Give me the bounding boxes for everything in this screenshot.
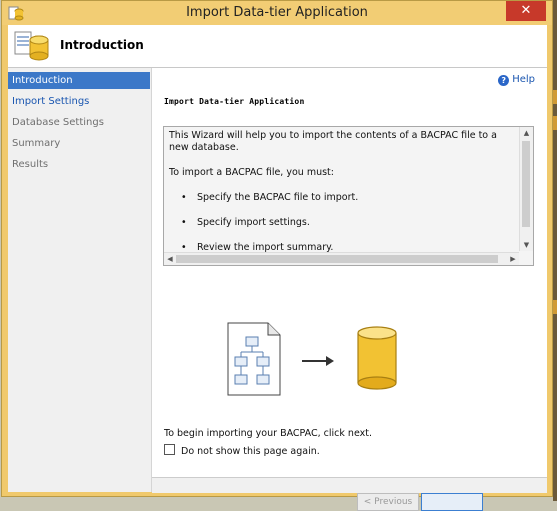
scroll-right-icon[interactable]: ▶ [507,253,519,265]
horizontal-scroll-thumb[interactable] [176,255,498,263]
wizard-client-area: Introduction Introduction Import Setting… [8,25,547,511]
step-item: Specify the BACPAC file to import. [169,192,514,204]
wizard-button-bar: < Previous [152,477,547,511]
close-icon: ✕ [520,3,532,18]
begin-instruction: To begin importing your BACPAC, click ne… [164,428,372,439]
desktop-edge [553,0,557,501]
vertical-scrollbar[interactable]: ▲ ▼ [519,127,533,251]
next-button[interactable] [421,493,483,511]
sidebar-item-introduction[interactable]: Introduction [8,72,150,89]
scroll-down-icon[interactable]: ▼ [520,239,533,251]
help-icon: ? [498,75,510,86]
database-icon [357,326,397,390]
previous-button[interactable]: < Previous [357,493,419,511]
wizard-header: Introduction [8,25,547,68]
dont-show-again-label: Do not show this page again. [181,446,320,457]
import-wizard-window: Import Data-tier Application ✕ Introduct… [1,0,553,511]
sidebar-item-import-settings[interactable]: Import Settings [8,93,150,110]
arrow-right-icon [302,356,334,366]
import-illustration [227,322,397,396]
section-title: Import Data-tier Application [164,97,305,106]
vertical-scroll-thumb[interactable] [522,141,530,227]
description-content: This Wizard will help you to import the … [169,130,514,254]
wizard-sidebar: Introduction Import Settings Database Se… [8,68,152,492]
scroll-up-icon[interactable]: ▲ [520,127,533,139]
help-link[interactable]: ? Help [498,74,535,86]
description-textbox[interactable]: This Wizard will help you to import the … [163,126,534,266]
close-button[interactable]: ✕ [506,1,546,21]
step-item: Specify import settings. [169,217,514,229]
sidebar-item-database-settings[interactable]: Database Settings [8,114,150,131]
window-title: Import Data-tier Application [186,5,368,20]
help-label: Help [512,74,535,85]
scroll-left-icon[interactable]: ◀ [164,253,176,265]
sidebar-item-results[interactable]: Results [8,156,150,173]
dont-show-again-checkbox[interactable] [164,444,175,455]
title-bar[interactable]: Import Data-tier Application ✕ [2,1,552,25]
wizard-main-panel: ? Help Import Data-tier Application This … [152,68,547,511]
dont-show-again-option[interactable]: Do not show this page again. [164,444,320,457]
steps-heading: To import a BACPAC file, you must: [169,167,334,178]
wizard-database-icon [14,31,49,61]
page-title: Introduction [60,38,144,52]
bacpac-file-icon [227,322,281,396]
intro-paragraph: This Wizard will help you to import the … [169,130,497,153]
horizontal-scrollbar[interactable]: ◀ ▶ [164,252,519,265]
sidebar-item-summary[interactable]: Summary [8,135,150,152]
